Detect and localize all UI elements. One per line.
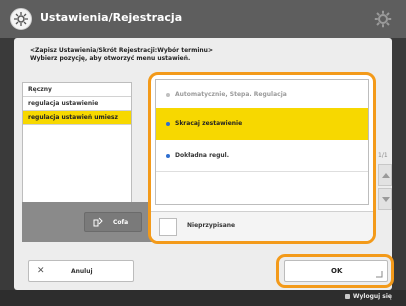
page-indicator: 1/1: [378, 152, 388, 159]
logout-button[interactable]: Wyloguj się: [344, 293, 392, 300]
close-icon: ✕: [37, 266, 45, 276]
bullet-icon: [166, 121, 170, 126]
scroll-up-button[interactable]: [378, 164, 392, 186]
status-bar: Wyloguj się: [0, 290, 406, 306]
logout-label: Wyloguj się: [352, 293, 392, 300]
instruction-line-2: Wybierz pozycję, aby otworzyć menu ustaw…: [30, 55, 191, 62]
gear-icon[interactable]: [374, 10, 392, 28]
title-bar: Ustawienia/Rejestracja: [0, 0, 406, 38]
unassigned-checkbox[interactable]: [159, 218, 177, 236]
change-button[interactable]: Cofa: [84, 212, 142, 232]
scroll-down-button[interactable]: [378, 188, 392, 210]
edit-icon: [93, 217, 103, 227]
option-label: Skracaj zestawienie: [175, 120, 243, 127]
option-label: Dokładna regul.: [175, 152, 230, 159]
chevron-up-icon: [382, 173, 390, 178]
corner-mark-icon: [376, 271, 383, 278]
instruction-text: <Zapisz Ustawienia/Skrót Rejestracji:Wyb…: [30, 47, 320, 63]
ok-button[interactable]: OK: [284, 260, 388, 282]
unassigned-label: Nieprzypisane: [187, 222, 236, 229]
bullet-icon: [166, 92, 170, 97]
option-item[interactable]: Automatycznie, Stepa. Regulacja: [156, 86, 368, 104]
chevron-down-icon: [382, 197, 390, 202]
option-item-selected[interactable]: Skracaj zestawienie: [156, 108, 368, 140]
cancel-button-label: Anuluj: [71, 268, 93, 275]
list-item[interactable]: regulacja ustawienie: [23, 97, 131, 111]
list-item[interactable]: Ręczny: [23, 83, 131, 97]
options-list: Automatycznie, Stepa. Regulacja Skracaj …: [155, 79, 369, 205]
change-button-label: Cofa: [113, 219, 129, 226]
window-title: Ustawienia/Rejestracja: [40, 11, 183, 24]
bullet-icon: [166, 153, 170, 158]
popup-footer: Nieprzypisane: [151, 211, 373, 241]
ok-button-label: OK: [331, 267, 343, 275]
list-item-selected[interactable]: regulacja ustawień umiesz: [23, 111, 131, 125]
options-popup: Automatycznie, Stepa. Regulacja Skracaj …: [148, 72, 376, 244]
option-item[interactable]: Dokładna regul.: [156, 140, 368, 172]
cancel-button[interactable]: ✕ Anuluj: [28, 260, 134, 282]
settings-registration-icon: [10, 8, 32, 30]
option-label: Automatycznie, Stepa. Regulacja: [175, 91, 287, 98]
instruction-line-1: <Zapisz Ustawienia/Skrót Rejestracji:Wyb…: [30, 47, 213, 54]
logout-icon: [344, 294, 350, 299]
